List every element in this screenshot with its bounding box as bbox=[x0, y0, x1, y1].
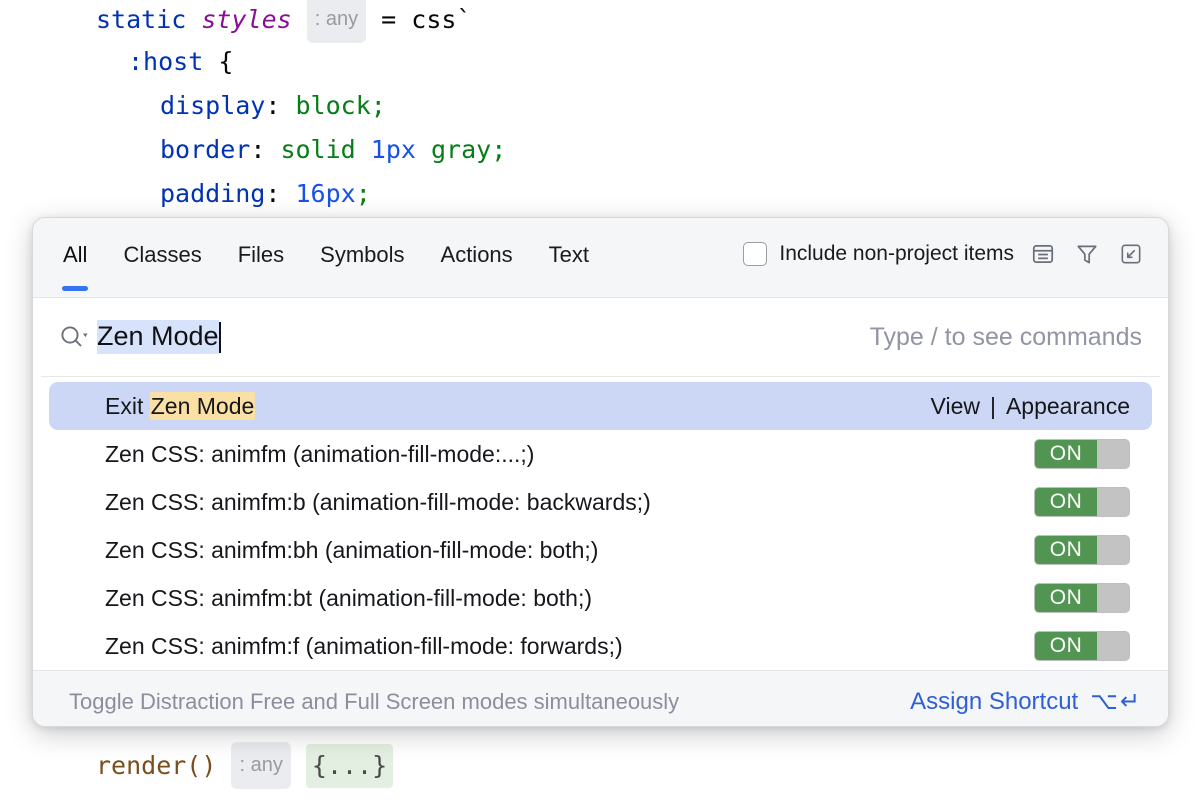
search-icon[interactable] bbox=[55, 322, 97, 352]
search-everywhere-popup: All Classes Files Symbols Actions Text I… bbox=[32, 217, 1169, 727]
css-value-block: block bbox=[295, 91, 370, 120]
result-title: Zen CSS: animfm:f (animation-fill-mode: … bbox=[105, 633, 623, 660]
css-value-16px: 16px bbox=[295, 179, 355, 208]
css-value-1px: 1px bbox=[371, 135, 416, 164]
include-non-project-items-label: Include non-project items bbox=[779, 242, 1014, 266]
result-location-group: View bbox=[931, 393, 980, 420]
popup-tabbar: All Classes Files Symbols Actions Text I… bbox=[33, 218, 1168, 298]
tab-classes-label: Classes bbox=[123, 242, 201, 267]
text-caret bbox=[219, 322, 221, 353]
code-line-padding: padding: 16px; bbox=[160, 172, 371, 216]
popup-footer: Toggle Distraction Free and Full Screen … bbox=[33, 670, 1168, 727]
toggle-switch-on[interactable]: ON bbox=[1034, 631, 1130, 661]
tab-files[interactable]: Files bbox=[220, 218, 302, 297]
result-row-animfm-bt[interactable]: Zen CSS: animfm:bt (animation-fill-mode:… bbox=[49, 574, 1152, 622]
toggle-switch-on[interactable]: ON bbox=[1034, 535, 1130, 565]
semicolon-3: ; bbox=[356, 179, 371, 208]
toggle-on-label: ON bbox=[1035, 632, 1097, 660]
toggle-track bbox=[1097, 440, 1129, 468]
results-list: Exit Zen Mode View | Appearance Zen CSS:… bbox=[33, 377, 1168, 670]
toggle-track bbox=[1097, 584, 1129, 612]
footer-actions: Assign Shortcut ⌥↵ bbox=[910, 687, 1142, 716]
tab-all-label: All bbox=[63, 242, 87, 267]
result-row-animfm-f[interactable]: Zen CSS: animfm:f (animation-fill-mode: … bbox=[49, 622, 1152, 670]
tabbar-right-controls: Include non-project items bbox=[743, 218, 1168, 290]
result-title-match: Zen Mode bbox=[150, 392, 256, 420]
code-line-display: display: block; bbox=[160, 84, 386, 128]
result-title: Zen CSS: animfm:bt (animation-fill-mode:… bbox=[105, 585, 592, 612]
result-location-item: Appearance bbox=[1006, 393, 1130, 420]
semicolon-2: ; bbox=[491, 135, 506, 164]
css-prop-display: display bbox=[160, 91, 265, 120]
result-row-animfm-b[interactable]: Zen CSS: animfm:b (animation-fill-mode: … bbox=[49, 478, 1152, 526]
toggle-track bbox=[1097, 536, 1129, 564]
equals-sign: = bbox=[381, 5, 396, 34]
screen: static styles : any = css` :host { displ… bbox=[0, 0, 1200, 800]
result-location: View | Appearance bbox=[931, 393, 1130, 420]
brace-open: { bbox=[218, 47, 233, 76]
tab-symbols[interactable]: Symbols bbox=[302, 218, 422, 297]
tab-list: All Classes Files Symbols Actions Text bbox=[33, 218, 607, 297]
css-value-solid: solid bbox=[280, 135, 355, 164]
result-title-prefix: Exit bbox=[105, 393, 150, 419]
search-input-value: Zen Mode bbox=[97, 320, 219, 355]
toggle-switch-on[interactable]: ON bbox=[1034, 583, 1130, 613]
result-row-exit-zen-mode[interactable]: Exit Zen Mode View | Appearance bbox=[49, 382, 1152, 430]
filter-icon[interactable] bbox=[1072, 239, 1102, 269]
collapse-icon[interactable] bbox=[1116, 239, 1146, 269]
code-line-border: border: solid 1px gray; bbox=[160, 128, 506, 172]
tab-symbols-label: Symbols bbox=[320, 242, 404, 267]
result-title: Exit Zen Mode bbox=[105, 393, 255, 420]
colon-1: : bbox=[265, 91, 280, 120]
css-value-gray: gray bbox=[431, 135, 491, 164]
result-title: Zen CSS: animfm (animation-fill-mode:...… bbox=[105, 441, 534, 468]
keyword-static: static bbox=[96, 5, 186, 34]
folded-body-chip: {...} bbox=[306, 744, 393, 788]
toggle-track bbox=[1097, 632, 1129, 660]
semicolon-1: ; bbox=[371, 91, 386, 120]
footer-description: Toggle Distraction Free and Full Screen … bbox=[69, 689, 679, 715]
tab-text-label: Text bbox=[549, 242, 589, 267]
code-line-render: render() : any {...} bbox=[96, 742, 393, 789]
result-row-animfm[interactable]: Zen CSS: animfm (animation-fill-mode:...… bbox=[49, 430, 1152, 478]
css-prop-border: border bbox=[160, 135, 250, 164]
include-non-project-items-checkbox[interactable]: Include non-project items bbox=[743, 242, 1014, 266]
search-input[interactable]: Zen Mode bbox=[97, 320, 221, 355]
shortcut-keys-hint: ⌥↵ bbox=[1090, 687, 1142, 716]
tab-actions-label: Actions bbox=[441, 242, 513, 267]
assign-shortcut-button[interactable]: Assign Shortcut bbox=[910, 688, 1078, 716]
search-commands-hint: Type / to see commands bbox=[870, 323, 1142, 352]
search-row: Zen Mode Type / to see commands bbox=[33, 298, 1168, 376]
render-method-name: render() bbox=[96, 751, 216, 780]
host-selector: :host bbox=[128, 47, 203, 76]
colon-3: : bbox=[265, 179, 280, 208]
tab-classes[interactable]: Classes bbox=[105, 218, 219, 297]
tab-actions[interactable]: Actions bbox=[423, 218, 531, 297]
toggle-on-label: ON bbox=[1035, 584, 1097, 612]
toggle-on-label: ON bbox=[1035, 440, 1097, 468]
type-hint-any-render: : any bbox=[231, 742, 290, 789]
toggle-switch-on[interactable]: ON bbox=[1034, 487, 1130, 517]
toggle-switch-on[interactable]: ON bbox=[1034, 439, 1130, 469]
result-row-animfm-bh[interactable]: Zen CSS: animfm:bh (animation-fill-mode:… bbox=[49, 526, 1152, 574]
toggle-on-label: ON bbox=[1035, 488, 1097, 516]
tab-files-label: Files bbox=[238, 242, 284, 267]
css-prop-padding: padding bbox=[160, 179, 265, 208]
result-location-divider: | bbox=[990, 393, 996, 420]
result-title: Zen CSS: animfm:bh (animation-fill-mode:… bbox=[105, 537, 598, 564]
tab-text[interactable]: Text bbox=[531, 218, 607, 297]
code-line-host: :host { bbox=[128, 40, 233, 84]
tab-all[interactable]: All bbox=[45, 218, 105, 297]
colon-2: : bbox=[250, 135, 265, 164]
toggle-on-label: ON bbox=[1035, 536, 1097, 564]
code-line-static-styles: static styles : any = css` bbox=[96, 0, 472, 43]
checkbox-box[interactable] bbox=[743, 242, 767, 266]
preview-panel-icon[interactable] bbox=[1028, 239, 1058, 269]
css-tagged-template: css` bbox=[411, 5, 471, 34]
identifier-styles: styles bbox=[201, 5, 291, 34]
toggle-track bbox=[1097, 488, 1129, 516]
type-hint-any: : any bbox=[307, 0, 366, 43]
result-title: Zen CSS: animfm:b (animation-fill-mode: … bbox=[105, 489, 651, 516]
